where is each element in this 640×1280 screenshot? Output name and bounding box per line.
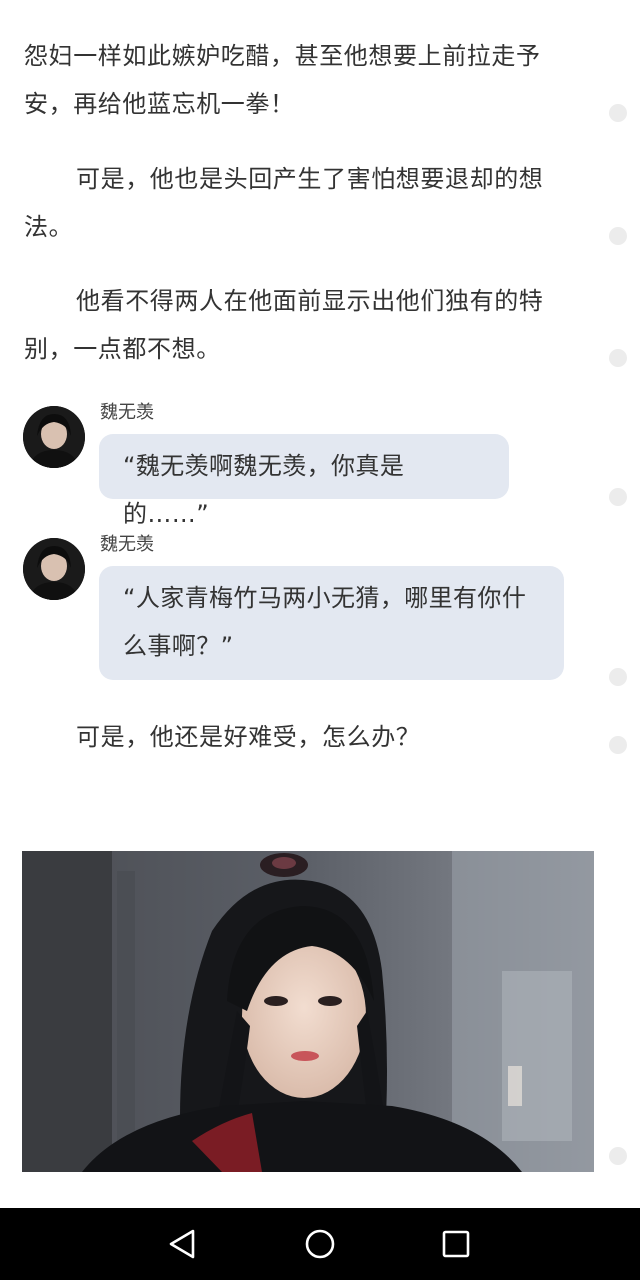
back-triangle-icon bbox=[169, 1229, 195, 1259]
comment-dot-icon[interactable] bbox=[609, 104, 627, 122]
article-photo[interactable] bbox=[22, 851, 594, 1172]
comment-dot-icon[interactable] bbox=[609, 227, 627, 245]
speaker-name: 魏无羡 bbox=[100, 534, 154, 555]
chat-text: “人家青梅竹马两小无猜，哪里有你什么事啊？” bbox=[123, 584, 527, 660]
article-page: 怨妇一样如此嫉妒吃醋，甚至他想要上前拉走予安，再给他蓝忘机一拳！ 可是，他也是头… bbox=[0, 0, 640, 1280]
recents-square-icon bbox=[442, 1230, 470, 1258]
chat-bubble: “人家青梅竹马两小无猜，哪里有你什么事啊？” bbox=[99, 566, 564, 680]
avatar[interactable] bbox=[23, 406, 85, 468]
paragraph-1: 怨妇一样如此嫉妒吃醋，甚至他想要上前拉走予安，再给他蓝忘机一拳！ bbox=[24, 42, 541, 118]
back-button[interactable] bbox=[162, 1224, 202, 1264]
chat-bubble: “魏无羡啊魏无羡，你真是的……” bbox=[99, 434, 509, 528]
comment-dot-icon[interactable] bbox=[609, 349, 627, 367]
avatar[interactable] bbox=[23, 538, 85, 600]
home-button[interactable] bbox=[300, 1224, 340, 1264]
comment-dot-icon[interactable] bbox=[609, 488, 627, 506]
comment-dot-icon[interactable] bbox=[609, 736, 627, 754]
comment-dot-icon[interactable] bbox=[609, 1147, 627, 1165]
system-nav-bar bbox=[0, 1208, 640, 1280]
avatar-portrait-icon bbox=[23, 406, 85, 468]
comment-dot-icon[interactable] bbox=[609, 668, 627, 686]
home-circle-icon bbox=[305, 1229, 335, 1259]
avatar-portrait-icon bbox=[23, 538, 85, 600]
chat-text: “魏无羡啊魏无羡，你真是的……” bbox=[123, 452, 405, 528]
portrait-photo bbox=[22, 851, 594, 1172]
paragraph-3: 他看不得两人在他面前显示出他们独有的特别，一点都不想。 bbox=[24, 287, 544, 363]
speaker-name: 魏无羡 bbox=[100, 402, 154, 423]
recents-button[interactable] bbox=[436, 1224, 476, 1264]
paragraph-4: 可是，他还是好难受，怎么办？ bbox=[76, 723, 421, 751]
paragraph-2: 可是，他也是头回产生了害怕想要退却的想法。 bbox=[24, 165, 544, 241]
